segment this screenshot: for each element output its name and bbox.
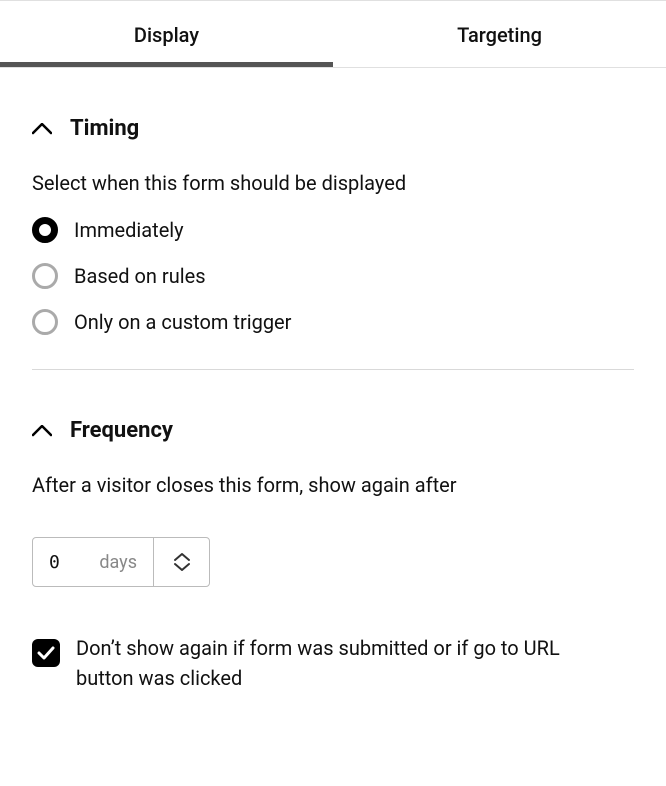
section-header-timing[interactable]: Timing <box>32 68 634 141</box>
checkbox-checked-icon <box>32 639 60 667</box>
settings-content: Timing Select when this form should be d… <box>0 68 666 733</box>
section-header-frequency[interactable]: Frequency <box>32 370 634 443</box>
radio-based-on-rules[interactable]: Based on rules <box>32 263 634 289</box>
radio-label-rules: Based on rules <box>74 264 206 288</box>
chevron-down-icon <box>173 562 191 572</box>
delay-value: 0 <box>49 552 60 573</box>
delay-input-group: 0 days <box>32 537 210 587</box>
checkbox-dont-show-again[interactable]: Don’t show again if form was submitted o… <box>32 633 634 693</box>
delay-stepper[interactable] <box>153 538 209 586</box>
chevron-up-icon <box>32 425 52 437</box>
tab-targeting[interactable]: Targeting <box>333 1 666 67</box>
timing-prompt: Select when this form should be displaye… <box>32 171 634 195</box>
radio-custom-trigger[interactable]: Only on a custom trigger <box>32 309 634 335</box>
tab-display[interactable]: Display <box>0 1 333 67</box>
timing-body: Select when this form should be displaye… <box>32 141 634 335</box>
radio-icon <box>32 263 58 289</box>
frequency-prompt: After a visitor closes this form, show a… <box>32 473 634 497</box>
delay-input[interactable]: 0 days <box>33 538 153 586</box>
checkbox-label: Don’t show again if form was submitted o… <box>76 633 616 693</box>
section-title-frequency: Frequency <box>70 418 173 443</box>
radio-label-custom: Only on a custom trigger <box>74 310 291 334</box>
radio-icon <box>32 217 58 243</box>
radio-label-immediately: Immediately <box>74 218 184 242</box>
section-title-timing: Timing <box>70 116 139 141</box>
radio-icon <box>32 309 58 335</box>
delay-unit: days <box>99 552 137 573</box>
chevron-up-icon <box>32 123 52 135</box>
radio-immediately[interactable]: Immediately <box>32 217 634 243</box>
frequency-body: After a visitor closes this form, show a… <box>32 443 634 693</box>
active-tab-indicator <box>0 62 333 67</box>
tabs-bar: Display Targeting <box>0 0 666 68</box>
chevron-up-icon <box>173 552 191 562</box>
